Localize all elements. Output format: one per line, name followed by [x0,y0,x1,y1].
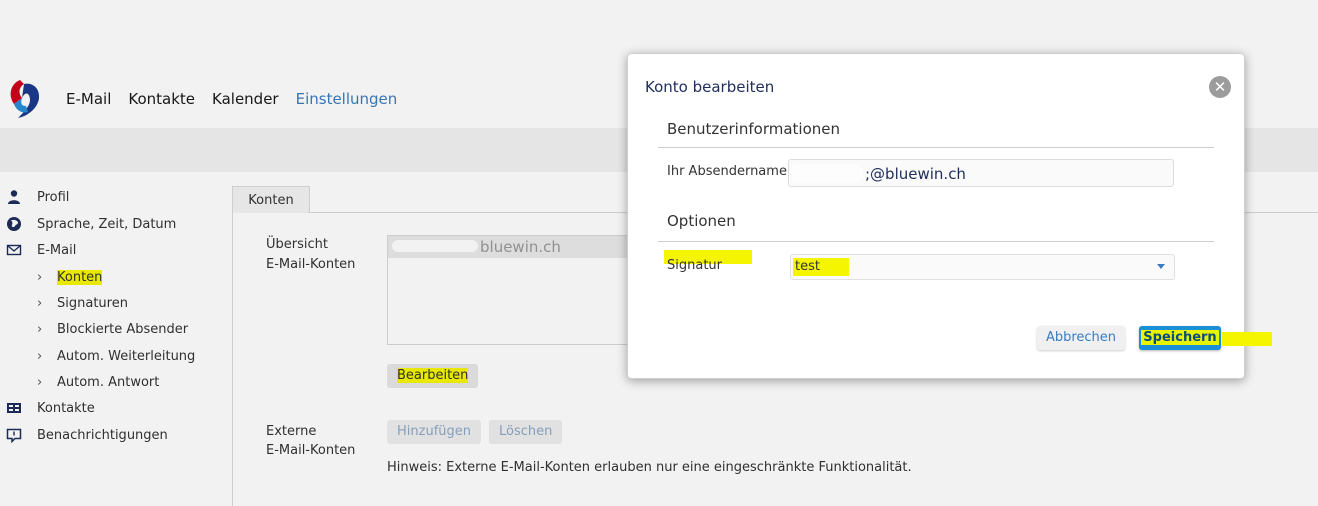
save-button-label: Speichern [1141,330,1219,345]
dialog-title: Konto bearbeiten [645,78,775,96]
highlight-mark [1222,332,1272,346]
signature-selected-value: test [793,258,849,276]
section-divider [658,147,1214,148]
edit-account-dialog: Konto bearbeiten ✕ Benutzerinformationen… [627,53,1272,379]
signature-select[interactable]: test [790,254,1175,280]
sender-name-label: Ihr Absendername [667,164,787,179]
chevron-down-icon [1157,264,1165,269]
redaction-mark [791,164,863,182]
section-divider [658,241,1214,242]
signature-label: Signatur [667,258,723,273]
save-button[interactable]: Speichern [1139,326,1221,350]
cancel-button[interactable]: Abbrechen [1037,326,1125,350]
close-icon[interactable]: ✕ [1209,76,1231,98]
sender-name-value: ;@bluewin.ch [865,165,966,183]
section-user-info: Benutzerinformationen [667,120,840,138]
section-options: Optionen [667,212,736,230]
settings-page: E-Mail Kontakte Kalender Einstellungen P… [0,0,1318,506]
